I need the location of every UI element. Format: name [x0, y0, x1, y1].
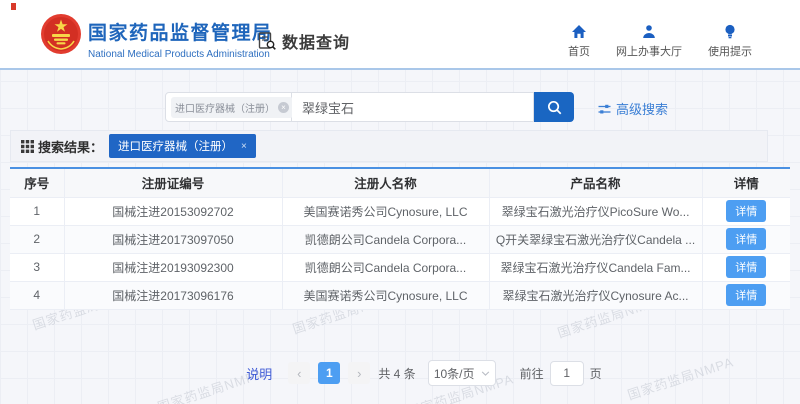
cell-product: 翠绿宝石激光治疗仪Candela Fam...: [489, 253, 702, 281]
nav-label: 网上办事大厅: [616, 43, 682, 59]
page: 国家药监局NMPA 国家药监局NMPA 国家药监局NMPA 国家药监局NMPA …: [0, 0, 800, 404]
cell-product: 翠绿宝石激光治疗仪Cynosure Ac...: [489, 281, 702, 309]
user-icon: [641, 24, 657, 39]
cell-detail: 详情: [702, 225, 790, 253]
detail-button[interactable]: 详情: [726, 256, 766, 278]
goto-label: 前往: [520, 365, 544, 382]
results-filter-tag[interactable]: 进口医疗器械（注册） ×: [109, 134, 256, 158]
grid-icon: [21, 140, 34, 153]
app-title: 数据查询: [257, 29, 350, 53]
note-link[interactable]: 说明: [246, 364, 272, 383]
detail-button[interactable]: 详情: [726, 284, 766, 306]
cell-cert_no: 国械注进20193092300: [64, 253, 282, 281]
cell-index: 4: [10, 281, 64, 309]
home-icon: [571, 24, 587, 39]
total-count-label: 共 4 条: [378, 365, 415, 382]
nav-label: 使用提示: [708, 43, 752, 59]
search-button[interactable]: [534, 92, 574, 122]
site-subtitle: National Medical Products Administration: [88, 49, 273, 60]
category-select[interactable]: 进口医疗器械（注册） ×: [165, 92, 292, 122]
goto-page-input[interactable]: [550, 361, 584, 386]
nav-item-home[interactable]: 首页: [568, 24, 590, 59]
col-header-product: 产品名称: [489, 169, 702, 197]
national-emblem-logo: [40, 13, 82, 55]
tag-remove-icon[interactable]: ×: [241, 141, 247, 152]
cell-registrant: 凯德朗公司Candela Corpora...: [282, 225, 489, 253]
header: 国家药品监督管理局 National Medical Products Admi…: [0, 0, 800, 70]
col-header-registrant: 注册人名称: [282, 169, 489, 197]
cell-index: 1: [10, 197, 64, 225]
table-row: 1国械注进20153092702美国赛诺秀公司Cynosure, LLC翠绿宝石…: [10, 197, 790, 225]
cell-cert_no: 国械注进20173097050: [64, 225, 282, 253]
prev-page-button[interactable]: ‹: [288, 362, 310, 384]
document-search-icon: [257, 31, 277, 51]
goto-suffix: 页: [590, 365, 602, 382]
advanced-search-link[interactable]: 高级搜索: [598, 99, 668, 118]
cell-registrant: 凯德朗公司Candela Corpora...: [282, 253, 489, 281]
nav-item-usage-tips[interactable]: 使用提示: [708, 24, 752, 59]
page-size-value: 10条/页: [434, 365, 475, 382]
lightbulb-icon: [723, 24, 737, 39]
goto-page-group: 前往 页: [520, 361, 602, 386]
brand-block: 国家药品监督管理局 National Medical Products Admi…: [88, 18, 273, 60]
cell-product: Q开关翠绿宝石激光治疗仪Candela ...: [489, 225, 702, 253]
search-input[interactable]: [292, 92, 534, 122]
table-header-row: 序号 注册证编号 注册人名称 产品名称 详情: [10, 169, 790, 197]
category-tag-label: 进口医疗器械（注册）: [175, 100, 275, 115]
table-row: 2国械注进20173097050凯德朗公司Candela Corpora...Q…: [10, 225, 790, 253]
cell-cert_no: 国械注进20173096176: [64, 281, 282, 309]
nav-label: 首页: [568, 43, 590, 59]
next-page-button[interactable]: ›: [348, 362, 370, 384]
results-label: 搜索结果：: [21, 137, 103, 156]
cell-detail: 详情: [702, 253, 790, 281]
tag-close-icon[interactable]: ×: [278, 102, 289, 113]
site-title: 国家药品监督管理局: [88, 18, 273, 45]
advanced-search-label: 高级搜索: [616, 99, 668, 118]
cell-detail: 详情: [702, 197, 790, 225]
col-header-index: 序号: [10, 169, 64, 197]
app-title-label: 数据查询: [282, 29, 350, 53]
cell-product: 翠绿宝石激光治疗仪PicoSure Wo...: [489, 197, 702, 225]
results-table: 序号 注册证编号 注册人名称 产品名称 详情 1国械注进20153092702美…: [10, 167, 790, 310]
cell-registrant: 美国赛诺秀公司Cynosure, LLC: [282, 281, 489, 309]
search-bar: 进口医疗器械（注册） ×: [165, 92, 574, 122]
cell-registrant: 美国赛诺秀公司Cynosure, LLC: [282, 197, 489, 225]
chevron-down-icon: [481, 371, 490, 376]
cell-detail: 详情: [702, 281, 790, 309]
nav-item-service-hall[interactable]: 网上办事大厅: [616, 24, 682, 59]
table-row: 4国械注进20173096176美国赛诺秀公司Cynosure, LLC翠绿宝石…: [10, 281, 790, 309]
table-row: 3国械注进20193092300凯德朗公司Candela Corpora...翠…: [10, 253, 790, 281]
cell-cert_no: 国械注进20153092702: [64, 197, 282, 225]
search-icon: [546, 99, 563, 116]
category-tag: 进口医疗器械（注册） ×: [171, 97, 293, 118]
col-header-cert-no: 注册证编号: [64, 169, 282, 197]
cell-index: 3: [10, 253, 64, 281]
search-results-bar: 搜索结果： 进口医疗器械（注册） ×: [10, 130, 768, 162]
results-label-text: 搜索结果：: [38, 137, 103, 156]
cell-index: 2: [10, 225, 64, 253]
page-button-1[interactable]: 1: [318, 362, 340, 384]
col-header-detail: 详情: [702, 169, 790, 197]
corner-red-mark: [11, 3, 16, 10]
results-filter-tag-label: 进口医疗器械（注册）: [118, 138, 233, 154]
detail-button[interactable]: 详情: [726, 228, 766, 250]
pagination: 说明 ‹ 1 › 共 4 条 10条/页 前往 页: [0, 360, 800, 386]
detail-button[interactable]: 详情: [726, 200, 766, 222]
page-size-select[interactable]: 10条/页: [428, 360, 496, 386]
header-nav: 首页 网上办事大厅 使用提示: [568, 24, 752, 59]
filter-sliders-icon: [598, 103, 611, 115]
